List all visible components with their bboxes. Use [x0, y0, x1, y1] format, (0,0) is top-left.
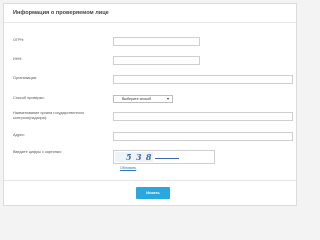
address-label: Адрес: [13, 133, 25, 137]
ogrn-input[interactable] [113, 37, 200, 46]
check-type-selected: Выберите способ [122, 97, 152, 101]
title-divider [4, 22, 296, 23]
check-type-select[interactable]: Выберите способ [113, 95, 173, 103]
ogrn-label: ОГРН: [13, 38, 25, 42]
search-button[interactable]: Искать [136, 187, 170, 199]
captcha-text-cursor [155, 158, 179, 159]
inspected-person-form: Информация о проверяемом лице ОГРН: ИНН:… [3, 3, 297, 206]
footer-divider [4, 180, 296, 181]
organization-label: Организация: [13, 76, 37, 80]
captcha-label: Введите цифры с картинки: [13, 150, 62, 154]
form-title: Информация о проверяемом лице [13, 10, 109, 16]
chevron-down-icon [167, 98, 169, 100]
inn-input[interactable] [113, 56, 200, 65]
captcha-refresh-link[interactable]: Обновить [120, 166, 136, 170]
organization-input[interactable] [113, 75, 293, 84]
captcha-image-text: 5 3 8 [126, 152, 153, 162]
address-input[interactable] [113, 132, 293, 141]
inn-label: ИНН: [13, 57, 23, 61]
check-type-label: Способ проверки: [13, 96, 45, 100]
authority-label: Наименование органа государственного кон… [13, 111, 85, 120]
authority-input[interactable] [113, 112, 293, 121]
captcha-image: 5 3 8 [115, 152, 153, 162]
captcha-input[interactable]: 5 3 8 [113, 150, 215, 164]
